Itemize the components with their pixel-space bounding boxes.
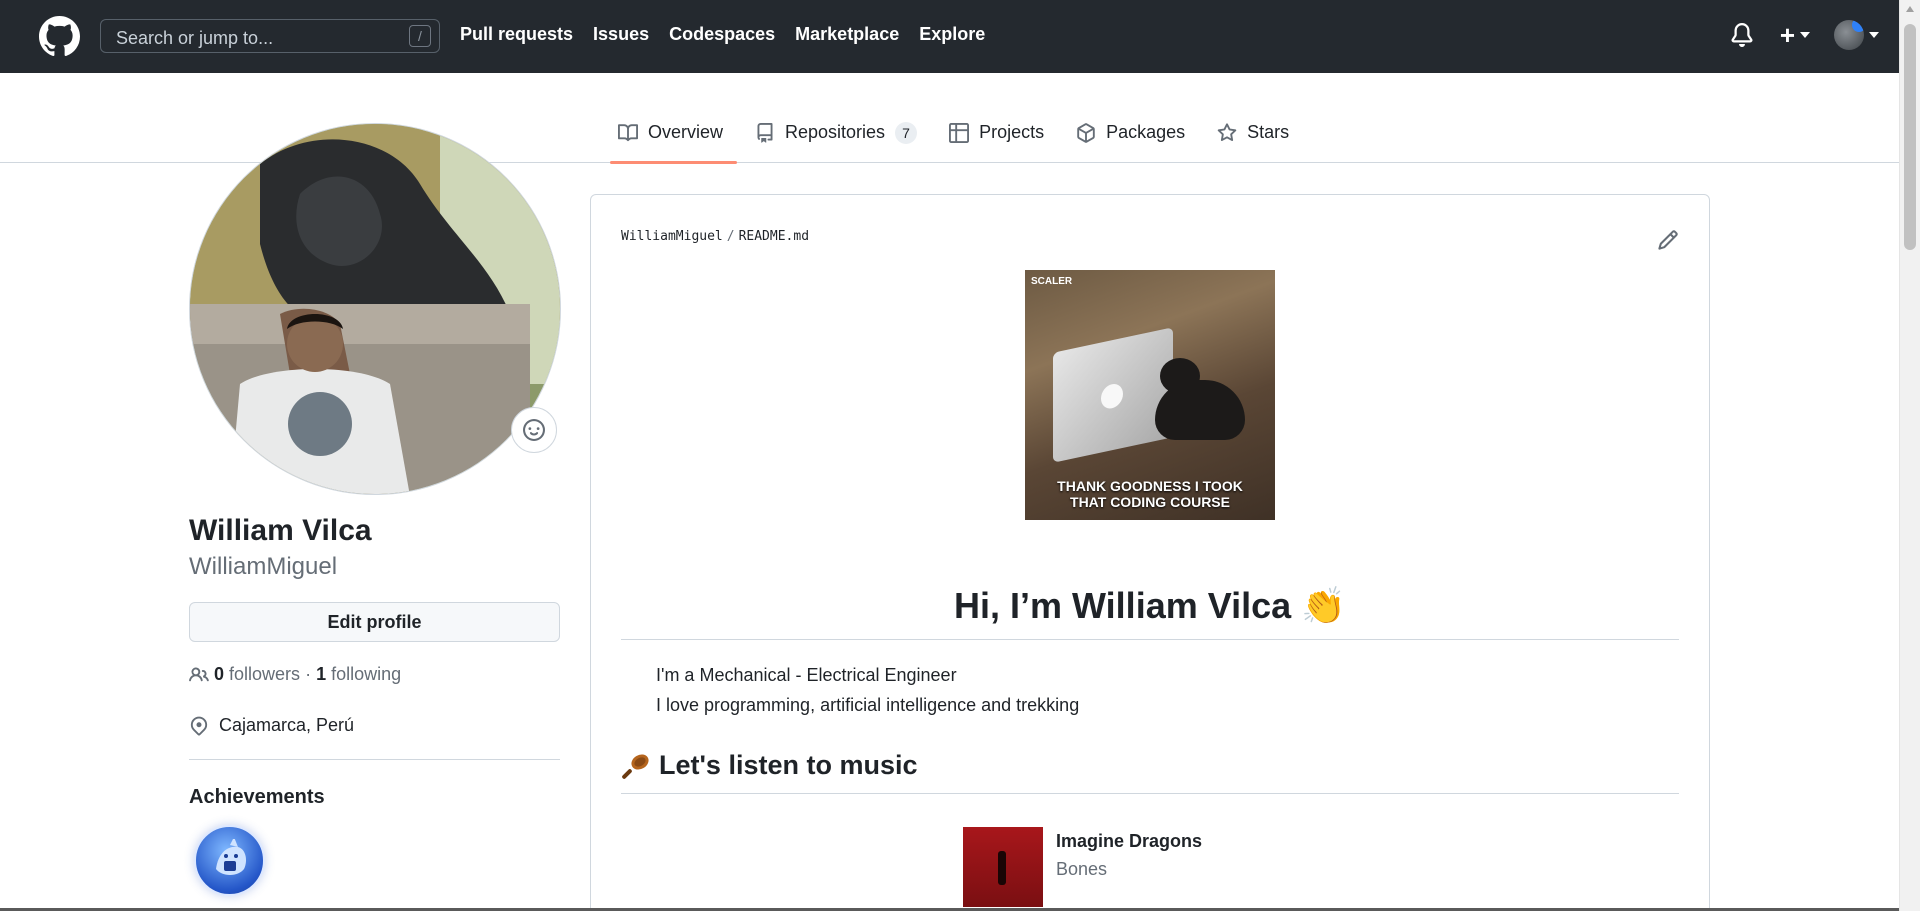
table-icon: [949, 123, 970, 143]
pencil-icon[interactable]: [1657, 229, 1679, 251]
path-separator: /: [726, 229, 735, 244]
achievements-heading[interactable]: Achievements: [189, 786, 325, 809]
tab-stars[interactable]: Stars: [1209, 116, 1303, 163]
profile-location: Cajamarca, Perú: [189, 715, 354, 736]
scroll-up-arrow-icon[interactable]: [1906, 6, 1914, 12]
tab-projects[interactable]: Projects: [941, 116, 1058, 163]
package-icon: [1077, 123, 1095, 143]
github-logo-icon[interactable]: [39, 16, 80, 57]
page-scrollbar[interactable]: [1899, 0, 1920, 911]
repositories-count-badge: 7: [895, 122, 918, 144]
nav-explore[interactable]: Explore: [919, 24, 985, 45]
chevron-down-icon: [1800, 32, 1810, 38]
sidebar-divider: [189, 759, 560, 760]
search-input[interactable]: Search or jump to... /: [100, 19, 440, 53]
top-header: Search or jump to... / Pull requests Iss…: [0, 0, 1899, 73]
search-placeholder: Search or jump to...: [116, 28, 274, 48]
followers-link[interactable]: 0 followers: [214, 664, 300, 685]
readme-gif-image: SCALER THANK GOODNESS I TOOK THAT CODING…: [1025, 270, 1275, 520]
set-status-button[interactable]: [511, 407, 557, 453]
tab-repositories[interactable]: Repositories 7: [747, 116, 931, 163]
profile-username: WilliamMiguel: [189, 553, 338, 580]
star-icon: [1217, 123, 1237, 142]
following-link[interactable]: 1 following: [316, 664, 401, 685]
readme-card: WilliamMiguel / README.md SCALER THANK GOO…: [590, 194, 1710, 911]
follow-separator: ·: [305, 664, 312, 684]
search-shortcut-key: /: [409, 25, 431, 47]
nav-codespaces[interactable]: Codespaces: [669, 24, 775, 45]
global-nav: Pull requests Issues Codespaces Marketpl…: [460, 24, 1005, 45]
user-menu-dropdown[interactable]: [1834, 20, 1879, 50]
gif-caption: THANK GOODNESS I TOOK THAT CODING COURSE: [1057, 478, 1243, 510]
tab-overview-label: Overview: [648, 122, 724, 142]
tab-projects-label: Projects: [979, 122, 1045, 142]
profile-full-name: William Vilca: [189, 514, 372, 547]
achievement-badge-shark[interactable]: [194, 825, 265, 896]
profile-avatar[interactable]: [189, 123, 561, 495]
create-new-dropdown[interactable]: +: [1779, 20, 1810, 50]
album-figure: [998, 851, 1006, 885]
shark-icon: [215, 838, 246, 875]
track-title: Bones: [1056, 859, 1108, 879]
nav-pull-requests[interactable]: Pull requests: [460, 24, 573, 45]
readme-breadcrumb: WilliamMiguel / README.md: [621, 229, 809, 244]
gif-laptop: [1053, 327, 1173, 463]
edit-profile-button[interactable]: Edit profile: [189, 602, 560, 642]
profile-photo-image: [190, 124, 560, 494]
track-artist: Imagine Dragons: [1056, 831, 1203, 851]
people-icon: [189, 666, 209, 681]
tab-packages[interactable]: Packages: [1068, 116, 1199, 163]
album-cover-image[interactable]: [963, 827, 1043, 907]
avatar: [1834, 20, 1864, 50]
plus-icon: +: [1779, 20, 1795, 50]
bio-line-2: I love programming, artificial intellige…: [656, 695, 1080, 715]
nav-issues[interactable]: Issues: [593, 24, 649, 45]
tab-packages-label: Packages: [1106, 122, 1186, 142]
header-actions: +: [1730, 20, 1879, 50]
smiley-icon: [523, 419, 545, 441]
scroll-thumb[interactable]: [1904, 24, 1916, 250]
tab-repositories-label: Repositories: [785, 122, 886, 142]
location-text: Cajamarca, Perú: [219, 715, 355, 735]
clapping-hands-emoji-icon: 👏: [1301, 585, 1346, 626]
gif-brand-text: SCALER: [1031, 276, 1073, 287]
follow-stats: 0 followers · 1 following: [189, 664, 401, 685]
location-icon: [190, 716, 208, 735]
repo-icon: [757, 123, 773, 143]
readme-heading: Hi, I’m William Vilca 👏: [954, 585, 1346, 626]
book-icon: [618, 124, 638, 142]
maracas-emoji-icon: [622, 753, 649, 779]
profile-tabs: Overview Repositories 7 Projects Package…: [610, 116, 1313, 164]
bell-icon[interactable]: [1730, 23, 1754, 47]
heading-rule: [621, 639, 1679, 640]
tab-stars-label: Stars: [1247, 122, 1290, 142]
music-heading-rule: [621, 793, 1679, 794]
bio-line-1: I'm a Mechanical - Electrical Engineer: [656, 665, 957, 685]
tab-overview[interactable]: Overview: [610, 116, 738, 164]
readme-file-link[interactable]: README.md: [739, 229, 809, 244]
nav-marketplace[interactable]: Marketplace: [795, 24, 899, 45]
music-heading: Let's listen to music: [621, 750, 917, 781]
gif-cat: [1155, 358, 1245, 440]
chevron-down-icon: [1869, 32, 1879, 38]
readme-owner-link[interactable]: WilliamMiguel: [621, 229, 723, 244]
